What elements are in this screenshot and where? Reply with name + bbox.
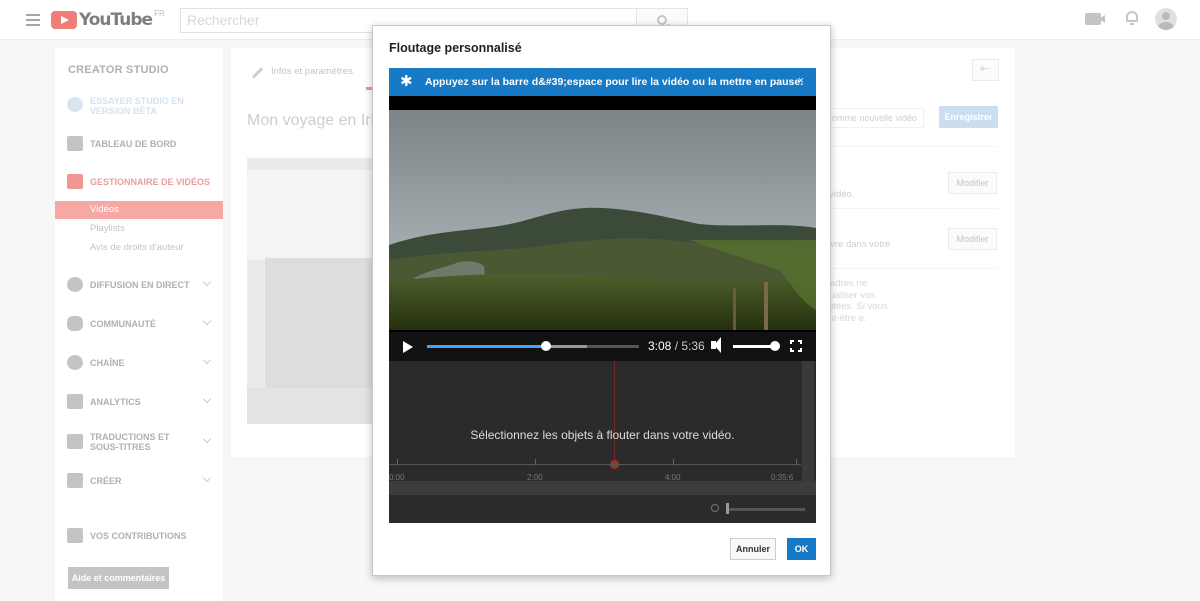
player-controls: 3:08 / 5:36 [389, 332, 816, 361]
timeline-scroll-strip[interactable] [389, 481, 816, 495]
duration: 5:36 [681, 339, 705, 353]
zoom-icon [711, 504, 719, 512]
notice-message: Appuyez sur la barre d&#39;espace pour l… [425, 76, 804, 88]
play-icon[interactable] [403, 341, 413, 353]
asterisk-icon: ✱ [400, 73, 413, 90]
spacebar-notice-banner: ✱ Appuyez sur la barre d&#39;espace pour… [389, 68, 816, 96]
dialog-title: Floutage personnalisé [389, 41, 522, 55]
video-player[interactable]: 3:08 / 5:36 [389, 96, 816, 361]
blur-timeline[interactable]: Sélectionnez les objets à flouter dans v… [389, 361, 816, 523]
timeline-axis [389, 464, 801, 465]
volume-icon[interactable] [711, 337, 721, 353]
video-frame[interactable] [389, 110, 816, 330]
fullscreen-icon[interactable] [790, 340, 802, 352]
volume-handle[interactable] [770, 341, 780, 351]
close-icon[interactable]: × [798, 75, 804, 87]
timeline-playhead[interactable] [614, 361, 615, 469]
custom-blur-dialog: Floutage personnalisé ✱ Appuyez sur la b… [372, 25, 831, 576]
timeline-tick [535, 459, 536, 465]
timeline-tick [673, 459, 674, 465]
seek-bar[interactable] [427, 341, 639, 351]
seek-handle[interactable] [540, 341, 551, 351]
zoom-handle[interactable] [726, 503, 729, 514]
timeline-scrollbar[interactable] [802, 361, 814, 481]
cancel-button[interactable]: Annuler [730, 538, 776, 560]
timeline-message: Sélectionnez les objets à flouter dans v… [470, 428, 735, 442]
timeline-tick [796, 459, 797, 465]
timeline-tick [397, 459, 398, 465]
current-time: 3:08 [648, 339, 672, 353]
zoom-slider[interactable] [727, 508, 805, 511]
time-display: 3:08 / 5:36 [648, 339, 705, 353]
ok-button[interactable]: OK [787, 538, 816, 560]
seek-progress [427, 345, 546, 348]
volume-slider[interactable] [733, 345, 775, 348]
